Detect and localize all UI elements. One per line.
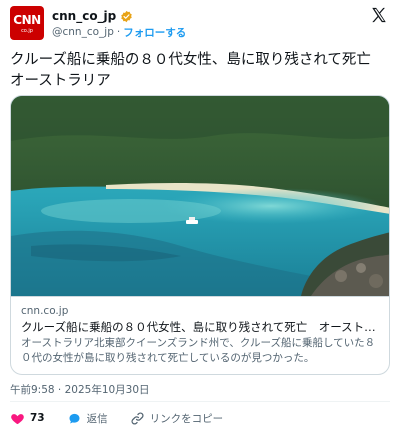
verified-badge-icon (121, 10, 133, 22)
card-image (11, 96, 389, 296)
account-handle[interactable]: @cnn_co_jp (52, 26, 114, 38)
card-title: クルーズ船に乗船の８０代女性、島に取り残されて死亡 オーストラリア (21, 320, 381, 334)
post-text: クルーズ船に乗船の８０代女性、島に取り残されて死亡 オーストラリア (10, 52, 386, 89)
copy-link-button[interactable]: リンクをコピー (130, 411, 224, 426)
separator-dot: · (116, 26, 121, 38)
like-count: 73 (30, 412, 45, 424)
card-domain: cnn.co.jp (21, 305, 69, 317)
reply-button[interactable]: 返信 (67, 411, 108, 426)
avatar[interactable]: CNN co.jp (10, 6, 44, 40)
post-header: CNN co.jp cnn_co_jp @cnn_co_jp · フォローする (10, 6, 390, 42)
account-name[interactable]: cnn_co_jp (52, 9, 116, 23)
link-icon (131, 412, 144, 424)
card-text: cnn.co.jp クルーズ船に乗船の８０代女性、島に取り残されて死亡 オースト… (11, 296, 389, 374)
name-row: cnn_co_jp (52, 8, 133, 24)
x-logo-icon[interactable] (370, 6, 388, 24)
follow-button[interactable]: フォローする (123, 25, 186, 40)
reply-label: 返信 (86, 412, 108, 425)
handle-row: @cnn_co_jp · フォローする (52, 25, 186, 39)
like-button[interactable]: 73 (10, 411, 45, 426)
heart-icon (11, 413, 24, 424)
copy-link-label: リンクをコピー (149, 412, 224, 425)
card-description: オーストラリア北東部クイーンズランド州で、クルーズ船に乗船していた８０代の女性が… (21, 337, 376, 364)
action-bar: 73 返信 リンクをコピー (10, 410, 245, 426)
post-timestamp[interactable]: 午前9:58 · 2025年10月30日 (10, 382, 150, 397)
cnn-logo-text: CNN (13, 13, 41, 27)
divider (10, 401, 390, 402)
reply-icon (69, 413, 80, 423)
link-card[interactable]: cnn.co.jp クルーズ船に乗船の８０代女性、島に取り残されて死亡 オースト… (10, 95, 390, 375)
cnn-logo-sub: co.jp (21, 28, 33, 34)
